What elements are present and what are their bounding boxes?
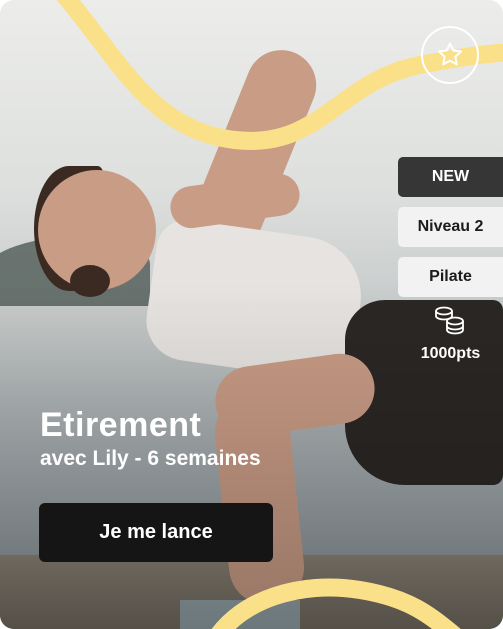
star-outline-icon — [438, 42, 462, 66]
program-card[interactable]: NEW Niveau 2 Pilate 1000pts Etirement av… — [0, 0, 503, 629]
coins-icon — [435, 306, 464, 335]
program-subtitle: avec Lily - 6 semaines — [40, 447, 261, 470]
start-button[interactable]: Je me lance — [39, 503, 273, 562]
favorite-button[interactable] — [421, 26, 479, 84]
category-badge: Pilate — [398, 257, 503, 297]
program-title: Etirement — [40, 406, 202, 444]
points-label: 1000pts — [420, 345, 481, 362]
new-badge: NEW — [398, 157, 503, 197]
level-badge: Niveau 2 — [398, 207, 503, 247]
